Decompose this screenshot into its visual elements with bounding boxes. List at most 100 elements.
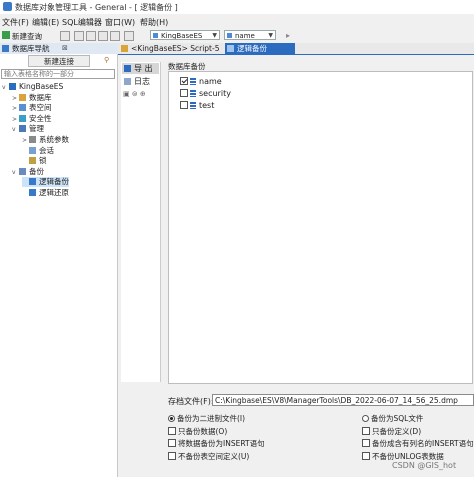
option-sql[interactable]: 备份为SQL文件 (362, 414, 423, 424)
collapsed-twisty-icon[interactable]: > (12, 115, 19, 125)
toolbar-icon-3[interactable] (86, 31, 96, 41)
database-checkbox-test[interactable] (180, 101, 188, 109)
tab-logical-backup-label: 逻辑备份 (237, 44, 267, 53)
backup-icon (227, 45, 234, 52)
tree-item-label: 备份 (29, 166, 44, 176)
archive-file-input[interactable]: C:\Kingbase\ES\V8\ManagerTools\DB_2022-0… (212, 394, 474, 406)
export-label: 导 出 (134, 64, 153, 73)
database-row-name[interactable]: name (180, 76, 222, 87)
toolbar-icon-5[interactable] (110, 31, 120, 41)
tree-item-label: 数据库 (29, 92, 52, 102)
menu-sql-editor[interactable]: SQL编辑器 (62, 17, 102, 28)
option-insert-label: 将数据备份为INSERT语句 (178, 439, 265, 448)
option-insert[interactable]: 将数据备份为INSERT语句 (168, 439, 265, 449)
tree-item[interactable]: > 表空间 (12, 103, 52, 113)
database-icon (190, 78, 196, 85)
radio-binary[interactable] (168, 415, 175, 422)
archive-file-value: C:\Kingbase\ES\V8\ManagerTools\DB_2022-0… (215, 396, 458, 405)
database-checkbox-name[interactable] (180, 77, 188, 85)
new-query-icon (2, 31, 10, 39)
menu-window[interactable]: 窗口(W) (105, 17, 135, 28)
tree-item-label: 会话 (39, 145, 54, 155)
option-binary[interactable]: 备份为二进制文件(I) (168, 414, 245, 424)
tree-node-icon (19, 125, 26, 133)
tree-item[interactable]: v 管理 (12, 124, 44, 134)
database-checkbox-security[interactable] (180, 89, 188, 97)
filter-input[interactable]: 输入表格名称的一部分 (1, 69, 115, 79)
database-icon (227, 33, 232, 38)
option-no-tablespace[interactable]: 不备份表空间定义(U) (168, 452, 249, 462)
tree-item[interactable]: v KingBaseES (2, 82, 63, 92)
run-icon[interactable]: ▸ (286, 31, 290, 40)
toolbar-icon-2[interactable] (74, 31, 84, 41)
collapsed-twisty-icon[interactable]: > (22, 136, 29, 146)
close-icon[interactable]: ⊠ (62, 44, 68, 52)
database-list: name security test (168, 71, 473, 384)
toolbar-icon-1[interactable] (60, 31, 70, 41)
database-icon (190, 102, 196, 109)
checkbox-data-only[interactable] (168, 427, 176, 435)
checkbox-insert[interactable] (168, 439, 176, 447)
tree-item[interactable]: 锁 (22, 156, 47, 166)
menu-file[interactable]: 文件(F) (2, 17, 29, 28)
toolbar-icon-6[interactable] (124, 31, 134, 41)
expanded-twisty-icon[interactable]: v (12, 125, 19, 135)
new-connection-button[interactable]: 新建连接 (28, 55, 90, 67)
checkbox-insert-cols[interactable] (362, 439, 370, 447)
database-combo[interactable]: name ▼ (224, 30, 276, 40)
log-button[interactable]: 日志 (122, 76, 159, 87)
menu-help[interactable]: 帮助(H) (140, 17, 168, 28)
link-icon[interactable]: ⚲ (104, 56, 109, 64)
option-schema-only[interactable]: 只备份定义(D) (362, 427, 421, 437)
toolbar: 新建查询 KingBaseES ▼ name ▼ ▸ (0, 29, 474, 42)
database-security-label: security (199, 89, 231, 98)
small-tools[interactable]: ▣ ⊜ ⊕ (123, 90, 157, 99)
checkbox-no-unlog[interactable] (362, 452, 370, 460)
tab-database-navigator-label: 数据库导航 (12, 44, 50, 53)
database-icon (190, 90, 196, 97)
option-no-tablespace-label: 不备份表空间定义(U) (178, 452, 250, 461)
option-insert-cols[interactable]: 备份成含有列名的INSERT语句 (362, 439, 474, 449)
database-test-label: test (199, 101, 215, 110)
collapsed-twisty-icon[interactable]: > (12, 94, 19, 104)
export-button[interactable]: 导 出 (122, 63, 159, 74)
script-icon (121, 45, 128, 52)
expanded-twisty-icon[interactable]: v (12, 168, 19, 178)
checkbox-schema-only[interactable] (362, 427, 370, 435)
tree-node-icon (9, 83, 16, 90)
menu-edit[interactable]: 编辑(E) (32, 17, 59, 28)
app-icon (3, 2, 12, 11)
tree-node-icon (29, 189, 36, 196)
tree-item[interactable]: > 数据库 (12, 93, 52, 103)
option-insert-cols-label: 备份成含有列名的INSERT语句 (372, 439, 474, 448)
option-no-unlog-label: 不备份UNLOG表数据 (372, 452, 444, 461)
server-icon (153, 33, 158, 38)
log-label: 日志 (134, 77, 150, 86)
tree-item[interactable]: 会话 (22, 146, 54, 156)
tree-item-label: KingBaseES (19, 82, 64, 91)
tree-item[interactable]: v 备份 (12, 167, 44, 177)
tree-item-label: 锁 (39, 156, 47, 166)
tab-script-5[interactable]: <KingBaseES> Script-5 (119, 43, 224, 54)
new-query-button[interactable]: 新建查询 (12, 31, 42, 42)
toolbar-icon-4[interactable] (98, 31, 108, 41)
option-data-only[interactable]: 只备份数据(O) (168, 427, 227, 437)
tree-item[interactable]: 逻辑还原 (22, 188, 69, 198)
collapsed-twisty-icon[interactable]: > (12, 104, 19, 114)
tree-item[interactable]: > 系统参数 (22, 135, 69, 145)
watermark: CSDN @GIS_hot (392, 461, 457, 470)
editor-tab-strip: <KingBaseES> Script-5 逻辑备份 (117, 43, 474, 55)
tab-logical-backup[interactable]: 逻辑备份 (225, 43, 295, 54)
tree-item[interactable]: > 安全性 (12, 114, 52, 124)
tree-node-icon (29, 157, 36, 165)
radio-sql[interactable] (362, 415, 369, 422)
left-tab-strip: 数据库导航 ⊠ (0, 43, 117, 54)
expanded-twisty-icon[interactable]: v (2, 83, 9, 93)
tree-item-label: 安全性 (29, 113, 52, 123)
server-combo[interactable]: KingBaseES ▼ (150, 30, 220, 40)
navigator-icon (2, 45, 9, 52)
database-row-test[interactable]: test (180, 100, 214, 111)
checkbox-no-tablespace[interactable] (168, 452, 176, 460)
database-row-security[interactable]: security (180, 88, 231, 99)
tree-item[interactable]: 逻辑备份 (22, 177, 69, 188)
